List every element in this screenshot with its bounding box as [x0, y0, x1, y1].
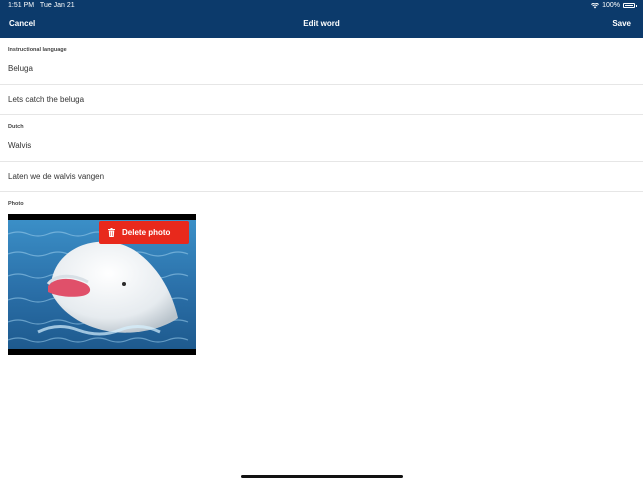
- dutch-sentence-field[interactable]: Laten we de walvis vangen: [8, 172, 104, 181]
- wifi-icon: [591, 2, 600, 8]
- instructional-word-field[interactable]: Beluga: [8, 64, 33, 73]
- save-button[interactable]: Save: [612, 19, 631, 28]
- delete-photo-button[interactable]: Delete photo: [99, 221, 189, 244]
- photo-label: Photo: [8, 201, 24, 207]
- divider: [0, 161, 643, 162]
- dutch-label: Dutch: [8, 124, 24, 130]
- divider: [0, 84, 643, 85]
- dutch-word-field[interactable]: Walvis: [8, 141, 31, 150]
- instructional-language-label: Instructional language: [8, 47, 67, 53]
- divider: [0, 114, 643, 115]
- trash-icon: [108, 228, 115, 237]
- instructional-sentence-field[interactable]: Lets catch the beluga: [8, 95, 84, 104]
- battery-percent: 100%: [602, 2, 620, 9]
- battery-icon: [623, 3, 637, 8]
- navigation-bar: 1:51 PM Tue Jan 21 100% Cancel Edit word…: [0, 0, 643, 38]
- status-indicators: 100%: [591, 2, 637, 9]
- page-title: Edit word: [303, 19, 340, 28]
- home-indicator[interactable]: [241, 475, 403, 478]
- delete-photo-label: Delete photo: [122, 228, 171, 237]
- divider: [0, 191, 643, 192]
- status-time: 1:51 PM Tue Jan 21: [8, 2, 75, 9]
